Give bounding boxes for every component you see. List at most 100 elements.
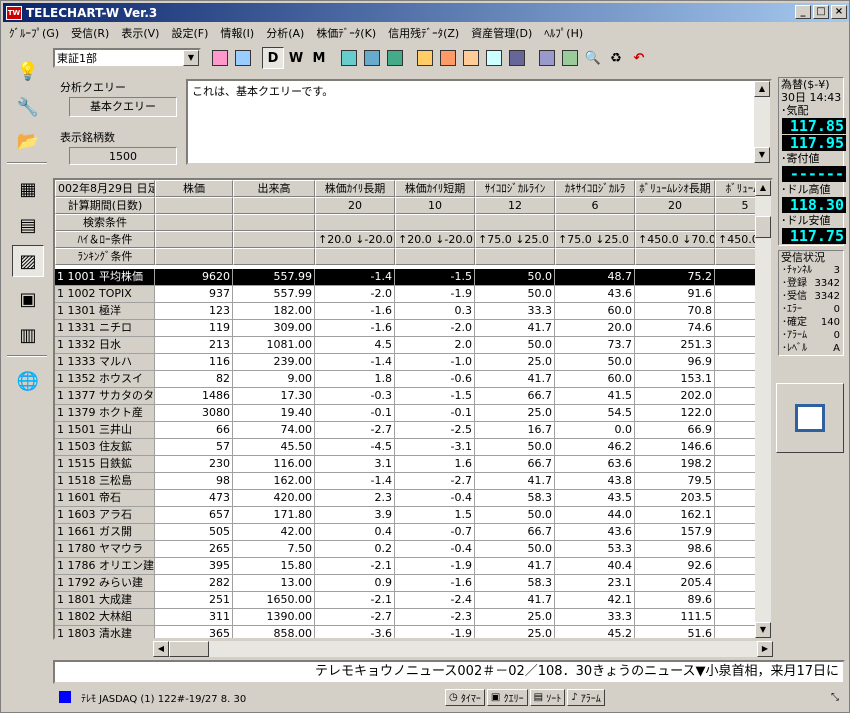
window-icon[interactable] — [460, 47, 482, 69]
table-row[interactable]: 1 1002 TOPIX 937 557.99 -2.0 -1.9 50.0 43.6 91.… — [55, 286, 771, 303]
import-icon[interactable] — [483, 47, 505, 69]
condition-cell[interactable]: ↑20.0 ↓-20.0 — [315, 231, 395, 248]
group2-icon[interactable] — [232, 47, 254, 69]
table-row[interactable]: 1 1801 大成建 251 1650.00 -2.1 -2.4 41.7 42.1 89.6 — [55, 592, 771, 609]
condition-cell[interactable]: ↑75.0 ↓25.0 — [555, 231, 635, 248]
column-header[interactable]: 株価ｶｲﾘ長期 — [315, 180, 395, 197]
column-header[interactable]: 出来高 — [233, 180, 315, 197]
condition-cell[interactable]: ↑450.0 ↓70.0 — [635, 231, 715, 248]
condition-cell[interactable]: 20 — [315, 197, 395, 214]
condition-row[interactable]: ﾊｲ＆ﾛｰ条件 ↑20.0 ↓-20.0 ↑20.0 ↓-20.0 ↑75.0 ↓25… — [55, 231, 771, 248]
condition-cell[interactable] — [395, 248, 475, 265]
timer-button[interactable]: ◷ ﾀｲﾏｰ — [445, 688, 485, 706]
column-header[interactable]: ﾎﾞﾘｭｰﾑﾚｼｵ長期 — [635, 180, 715, 197]
description-scrollbar[interactable]: ▲ ▼ — [754, 81, 770, 163]
table-row[interactable]: 1 1802 大林組 311 1390.00 -2.7 -2.3 25.0 33.3 111.… — [55, 609, 771, 626]
table-row[interactable]: 1 1780 ヤマウラ 265 7.50 0.2 -0.4 50.0 53.3 98.6 — [55, 541, 771, 558]
globe-icon[interactable]: 🌐 — [12, 365, 44, 397]
card-icon[interactable] — [414, 47, 436, 69]
condition-cell[interactable] — [475, 248, 555, 265]
condition-cell[interactable] — [233, 214, 315, 231]
condition-cell[interactable] — [475, 214, 555, 231]
sort-button[interactable]: ▤ ｿｰﾄ — [529, 688, 566, 706]
table-row[interactable]: 1 1792 みらい建 282 13.00 0.9 -1.6 58.3 23.1 205.4 — [55, 575, 771, 592]
resize-icon[interactable]: ⤡ — [831, 692, 839, 703]
table-row[interactable]: 1 1603 アラ石 657 171.80 3.9 1.5 50.0 44.0 162.1 — [55, 507, 771, 524]
condition-cell[interactable] — [155, 248, 233, 265]
tools-icon[interactable]: 🔧 — [12, 91, 44, 123]
menu-item[interactable]: 受信(R) — [65, 25, 115, 41]
list-icon[interactable]: ▤ — [12, 209, 44, 241]
menu-item[interactable]: 信用残ﾃﾞｰﾀ(Z) — [382, 25, 465, 41]
table-row[interactable]: 1 1331 ニチロ 119 309.00 -1.6 -2.0 41.7 20.0 74.6 — [55, 320, 771, 337]
weekly-button[interactable]: W — [285, 47, 307, 69]
table-row[interactable]: 1 1601 帝石 473 420.00 2.3 -0.4 58.3 43.5 203.5 — [55, 490, 771, 507]
condition-cell[interactable] — [315, 214, 395, 231]
table-row[interactable]: 1 1503 住友鉱 57 45.50 -4.5 -3.1 50.0 46.2 146.6 — [55, 439, 771, 456]
table-row[interactable]: 1 1301 極洋 123 182.00 -1.6 0.3 33.3 60.0 70.8 — [55, 303, 771, 320]
table-row[interactable]: 1 1803 清水建 365 858.00 -3.6 -1.9 25.0 45.2 51.6 — [55, 626, 771, 638]
condition-cell[interactable] — [155, 231, 233, 248]
condition-cell[interactable] — [233, 197, 315, 214]
market-select[interactable]: 東証1部 ▼ — [53, 48, 201, 68]
chevron-down-icon[interactable]: ▼ — [183, 50, 199, 66]
menu-item[interactable]: 設定(F) — [165, 25, 214, 41]
query-button[interactable]: ▣ ｸｴﾘｰ — [486, 688, 528, 706]
list-view-icon[interactable] — [536, 47, 558, 69]
grid-tool-icon[interactable] — [384, 47, 406, 69]
menu-item[interactable]: 表示(V) — [115, 25, 165, 41]
line-tool-icon[interactable] — [338, 47, 360, 69]
table-row[interactable]: 1 1379 ホクト産 3080 19.40 -0.1 -0.1 25.0 54.5 122.… — [55, 405, 771, 422]
undo-icon[interactable]: ↶ — [628, 47, 650, 69]
menu-item[interactable]: ﾍﾙﾌﾟ(H) — [538, 25, 589, 41]
folder-icon[interactable]: 📂 — [12, 125, 44, 157]
condition-cell[interactable]: 20 — [635, 197, 715, 214]
column-header[interactable]: 株価 — [155, 180, 233, 197]
table-row[interactable]: 1 1786 オリエン建 395 15.80 -2.1 -1.9 41.7 40.4 92.6 — [55, 558, 771, 575]
query-description[interactable]: これは、基本クエリーです。 ▲ ▼ — [186, 79, 772, 165]
refresh-icon[interactable]: ♻ — [605, 47, 627, 69]
menu-item[interactable]: 資産管理(D) — [465, 25, 538, 41]
stock-grid[interactable]: 002年8月29日 日足 株価 出来高 株価ｶｲﾘ長期 株価ｶｲﾘ短期 ｻｲｺﾛｼﾞｶﾙﾗ… — [53, 178, 773, 640]
menu-item[interactable]: 分析(A) — [260, 25, 310, 41]
sheet-icon[interactable]: ▦ — [12, 173, 44, 205]
condition-row[interactable]: ﾗﾝｷﾝｸﾞ条件 — [55, 248, 771, 265]
menu-item[interactable]: ｸﾞﾙｰﾌﾟ(G) — [3, 25, 65, 41]
condition-cell[interactable] — [635, 214, 715, 231]
condition-cell[interactable] — [233, 231, 315, 248]
daily-button[interactable]: D — [262, 47, 284, 69]
monthly-button[interactable]: M — [308, 47, 330, 69]
column-header[interactable]: ｻｲｺﾛｼﾞｶﾙﾗｲﾝ — [475, 180, 555, 197]
query-name[interactable]: 基本クエリー — [69, 97, 177, 117]
table-row[interactable]: 1 1501 三井山 66 74.00 -2.7 -2.5 16.7 0.0 66.9 — [55, 422, 771, 439]
condition-cell[interactable]: ↑75.0 ↓25.0 — [475, 231, 555, 248]
close-button[interactable]: × — [831, 5, 847, 19]
table-row[interactable]: 1 1332 日水 213 1081.00 4.5 2.0 50.0 73.7 251.3 — [55, 337, 771, 354]
table-row[interactable]: 1 1377 サカタのタネ 1486 17.30 -0.3 -1.5 66.7 41.5 20… — [55, 388, 771, 405]
notebook-icon[interactable] — [559, 47, 581, 69]
table-row[interactable]: 1 1352 ホウスイ 82 9.00 1.8 -0.6 41.7 60.0 153.1 — [55, 371, 771, 388]
condition-cell[interactable]: 10 — [395, 197, 475, 214]
table-row[interactable]: 1 1515 日鉄鉱 230 116.00 3.1 1.6 66.7 63.6 198.2 — [55, 456, 771, 473]
column-header[interactable]: ｶｷｻｲｺﾛｼﾞｶﾙﾗ — [555, 180, 635, 197]
table-row[interactable]: 1 1661 ガス開 505 42.00 0.4 -0.7 66.7 43.6 157.9 — [55, 524, 771, 541]
header-row[interactable]: 002年8月29日 日足 株価 出来高 株価ｶｲﾘ長期 株価ｶｲﾘ短期 ｻｲｺﾛｼﾞｶﾙﾗ… — [55, 180, 771, 197]
chart-window-button[interactable] — [776, 383, 844, 453]
condition-cell[interactable]: ↑20.0 ↓-20.0 — [395, 231, 475, 248]
horizontal-scrollbar[interactable]: ◀ ▶ — [153, 641, 773, 657]
group-icon[interactable] — [209, 47, 231, 69]
condition-cell[interactable] — [155, 214, 233, 231]
chart-icon[interactable]: ▣ — [12, 283, 44, 315]
column-header[interactable]: 002年8月29日 日足 — [55, 180, 155, 197]
power-on-icon[interactable]: 💡 — [12, 55, 44, 87]
cross-tool-icon[interactable] — [361, 47, 383, 69]
condition-cell[interactable] — [635, 248, 715, 265]
condition-cell[interactable] — [395, 214, 475, 231]
bar-chart-icon[interactable] — [437, 47, 459, 69]
calendar-icon[interactable] — [506, 47, 528, 69]
search-icon[interactable]: 🔍 — [582, 47, 604, 69]
condition-cell[interactable]: 12 — [475, 197, 555, 214]
condition-row[interactable]: 検索条件 — [55, 214, 771, 231]
condition-cell[interactable]: 6 — [555, 197, 635, 214]
column-header[interactable]: 株価ｶｲﾘ短期 — [395, 180, 475, 197]
